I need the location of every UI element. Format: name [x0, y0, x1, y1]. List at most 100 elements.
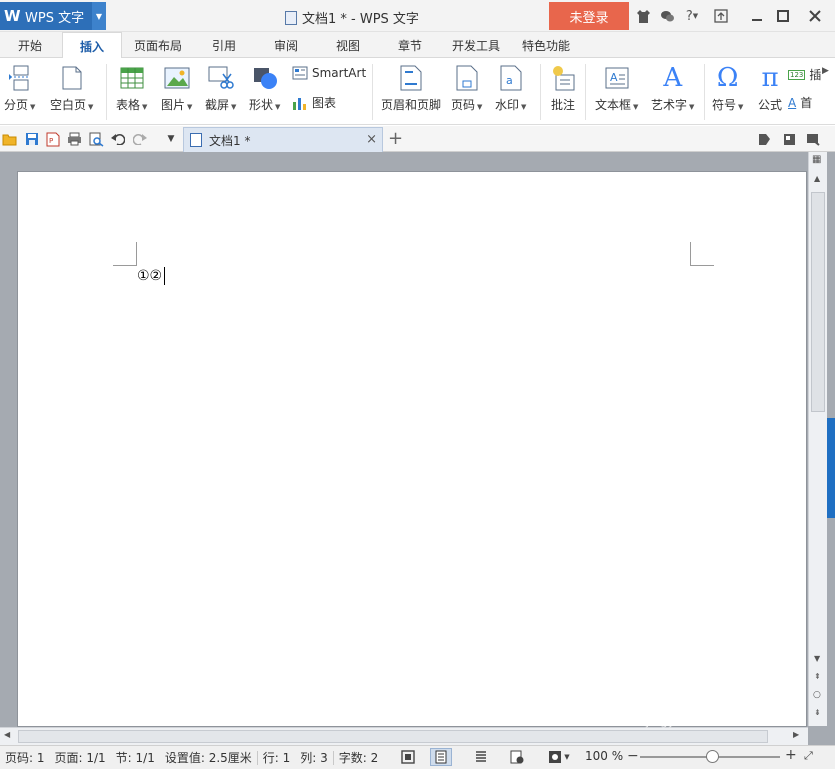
export-pdf-icon[interactable]: P	[45, 131, 61, 147]
smartart-button[interactable]: SmartArt	[292, 66, 366, 80]
vertical-scroll-thumb[interactable]	[811, 192, 825, 412]
formula-button[interactable]: π 公式	[756, 58, 784, 113]
chart-icon	[293, 97, 306, 110]
skin-icon[interactable]	[634, 7, 652, 25]
header-footer-button[interactable]: 页眉和页脚	[381, 58, 441, 113]
comment-icon	[549, 64, 577, 92]
status-page-number: 页码: 1	[5, 751, 45, 765]
next-page-icon[interactable]: ⇟	[814, 708, 821, 717]
page-view-icon[interactable]	[430, 748, 452, 766]
chevron-down-icon[interactable]: ▼	[92, 2, 106, 30]
doc-pane-icon[interactable]	[756, 131, 772, 147]
smartart-icon	[292, 66, 308, 80]
close-icon[interactable]	[806, 7, 824, 25]
wordart-button[interactable]: A 艺术字 ▼	[651, 58, 694, 113]
undo-icon[interactable]	[110, 131, 126, 147]
tab-review[interactable]: 审阅	[258, 32, 314, 58]
minimize-icon[interactable]	[748, 7, 766, 25]
customize-toolbar-icon[interactable]: ▼	[163, 131, 179, 147]
scroll-up-icon[interactable]: ▲	[814, 174, 820, 183]
page-number-icon	[453, 64, 481, 92]
page-number-label: 页码	[451, 98, 476, 112]
restore-ribbon-icon[interactable]	[712, 7, 730, 25]
table-label: 表格	[116, 98, 141, 112]
document-text[interactable]: ①②	[137, 267, 166, 285]
number-icon: 123	[788, 69, 806, 80]
full-screen-view-icon[interactable]	[397, 748, 419, 766]
chat-icon[interactable]	[658, 7, 676, 25]
shape-icon	[251, 64, 279, 92]
pi-icon: π	[761, 63, 779, 93]
screenshot-button[interactable]: 截屏 ▼	[205, 58, 236, 113]
wps-app-menu-button[interactable]: W WPS 文字 ▼	[0, 2, 106, 30]
login-button[interactable]: 未登录	[549, 2, 629, 30]
symbol-button[interactable]: Ω 符号 ▼	[712, 58, 743, 113]
status-section: 节: 1/1	[115, 751, 155, 765]
zoom-slider-handle[interactable]	[706, 750, 719, 763]
tab-view[interactable]: 视图	[320, 32, 376, 58]
save-icon[interactable]	[24, 131, 40, 147]
header-footer-label: 页眉和页脚	[381, 98, 442, 112]
status-column: 列: 3	[300, 751, 328, 765]
zoom-out-icon[interactable]: −	[627, 748, 639, 764]
textbox-button[interactable]: A 文本框 ▼	[595, 58, 638, 113]
watermark-button[interactable]: a 水印 ▼	[495, 58, 526, 113]
doc-window-icon[interactable]	[805, 131, 821, 147]
new-tab-button[interactable]: +	[388, 128, 403, 149]
scroll-left-icon[interactable]: ◀	[4, 730, 10, 739]
smartart-label: SmartArt	[312, 66, 367, 80]
insert-number-button[interactable]: 123 插	[788, 66, 821, 83]
tab-special-features[interactable]: 特色功能	[514, 32, 578, 58]
scroll-down-icon[interactable]: ▼	[814, 654, 820, 663]
tab-document[interactable]: 文档1 * ×	[183, 127, 383, 152]
eye-protection-icon[interactable]: ▼	[544, 748, 574, 766]
outline-view-icon[interactable]	[470, 748, 492, 766]
side-panel-toggle[interactable]	[827, 418, 835, 518]
status-word-count[interactable]: 字数: 2	[334, 749, 384, 766]
drop-cap-button[interactable]: A 首	[788, 94, 812, 111]
table-button[interactable]: 表格 ▼	[116, 58, 147, 113]
blank-page-button[interactable]: 空白页 ▼	[50, 58, 93, 113]
zoom-in-icon[interactable]: +	[785, 747, 797, 763]
watermark-brand: Bai 经验	[640, 681, 762, 714]
web-view-icon[interactable]	[506, 748, 528, 766]
drop-cap-label: 首	[800, 96, 813, 110]
select-browse-icon[interactable]: ○	[813, 690, 821, 700]
tab-references[interactable]: 引用	[196, 32, 252, 58]
close-tab-button[interactable]: ×	[366, 132, 377, 147]
tab-developer[interactable]: 开发工具	[444, 32, 508, 58]
picture-icon	[163, 64, 191, 92]
ribbon-divider	[106, 64, 107, 120]
chart-button[interactable]: 图表	[292, 94, 336, 111]
page-break-icon	[6, 64, 34, 92]
svg-text:A: A	[610, 71, 618, 84]
redo-icon[interactable]	[132, 131, 148, 147]
ribbon-scroll-right-icon[interactable]: ▶	[822, 66, 829, 76]
print-preview-icon[interactable]	[88, 131, 104, 147]
zoom-level[interactable]: 100 %	[585, 749, 623, 763]
page-number-button[interactable]: 页码 ▼	[451, 58, 482, 113]
print-icon[interactable]	[66, 131, 82, 147]
document-icon	[190, 133, 202, 147]
shape-button[interactable]: 形状 ▼	[249, 58, 280, 113]
tab-home[interactable]: 开始	[0, 32, 60, 58]
status-setting: 设置值: 2.5厘米	[164, 751, 252, 765]
open-folder-icon[interactable]	[2, 131, 18, 147]
textbox-icon: A	[603, 64, 631, 92]
prev-page-icon[interactable]: ⇞	[814, 672, 821, 681]
vertical-scrollbar[interactable]: ▦ ▲ ▼ ⇞ ○ ⇟	[808, 152, 827, 726]
ruler-toggle-icon[interactable]: ▦	[812, 154, 821, 165]
fit-window-icon[interactable]: ⤢	[804, 749, 813, 763]
tab-insert[interactable]: 插入	[62, 32, 122, 59]
textbox-label: 文本框	[595, 98, 632, 112]
symbol-label: 符号	[712, 98, 737, 112]
help-icon[interactable]: ? ▼	[682, 7, 702, 25]
tab-page-layout[interactable]: 页面布局	[128, 32, 188, 58]
doc-nav-icon[interactable]	[781, 131, 797, 147]
tab-chapter[interactable]: 章节	[382, 32, 438, 58]
comment-button[interactable]: 批注	[549, 58, 577, 113]
page-break-button[interactable]: 分页 ▼	[4, 58, 35, 113]
picture-button[interactable]: 图片 ▼	[161, 58, 192, 113]
maximize-icon[interactable]	[774, 7, 792, 25]
blank-page-label: 空白页	[50, 98, 87, 112]
